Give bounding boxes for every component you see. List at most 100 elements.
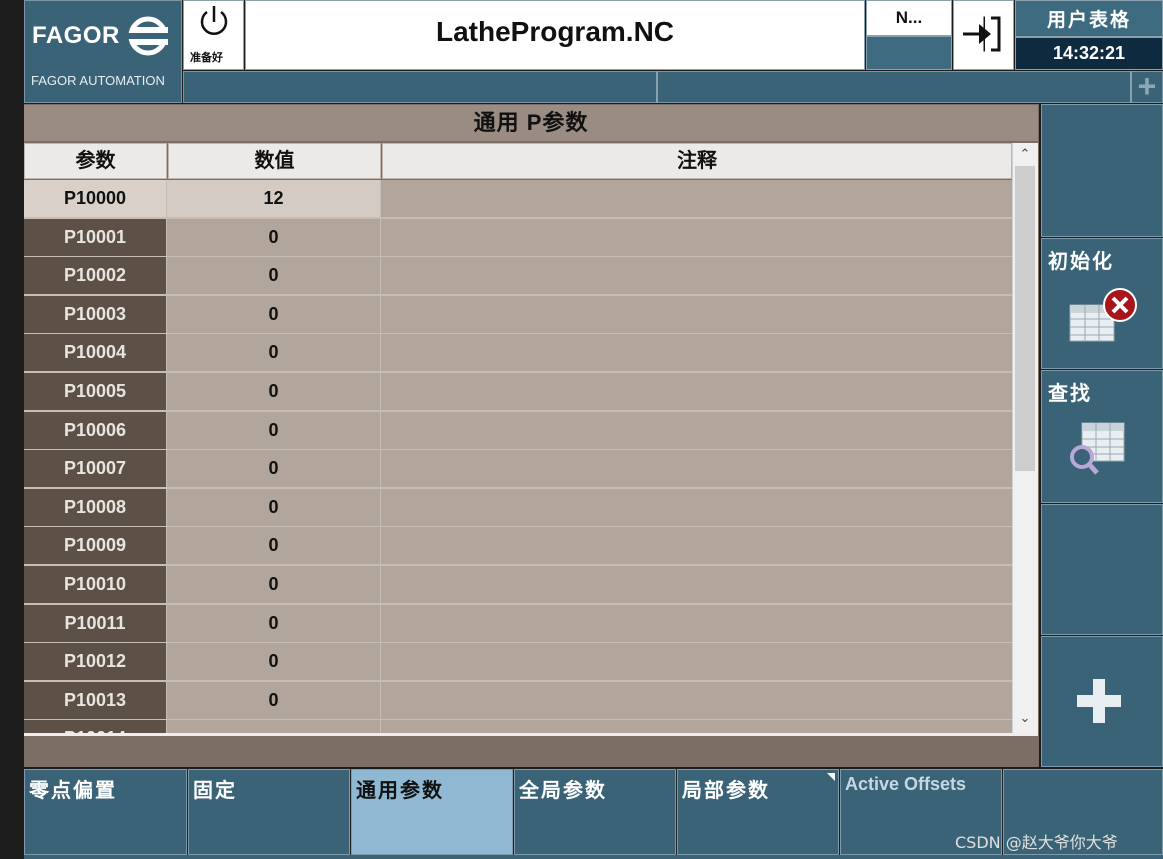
init-button[interactable]: 初始化: [1041, 238, 1163, 369]
param-cell[interactable]: P10006: [24, 411, 166, 449]
comment-cell[interactable]: [381, 527, 1012, 565]
value-cell[interactable]: 0: [167, 334, 380, 372]
table-row[interactable]: P10004 0: [24, 334, 1012, 373]
brand-subtitle: FAGOR AUTOMATION: [31, 73, 165, 88]
find-button[interactable]: 查找: [1041, 370, 1163, 503]
comment-cell[interactable]: [381, 450, 1012, 488]
comment-cell[interactable]: [381, 180, 1012, 217]
side-softkey-1[interactable]: [1041, 104, 1163, 237]
scroll-down-icon[interactable]: ⌄: [1012, 710, 1038, 728]
param-cell[interactable]: P10009: [24, 527, 166, 565]
tab-label: 局部参数: [682, 780, 770, 802]
comment-cell[interactable]: [381, 566, 1012, 603]
block-number-lower: [866, 36, 952, 70]
param-cell[interactable]: P10002: [24, 257, 166, 295]
table-row[interactable]: P10003 0: [24, 295, 1012, 335]
tab-label: 通用参数: [356, 780, 444, 802]
param-cell[interactable]: P10012: [24, 643, 166, 681]
fagor-logo-icon: [128, 16, 172, 56]
tab-global-params[interactable]: 全局参数: [514, 769, 676, 855]
param-cell[interactable]: P10004: [24, 334, 166, 372]
param-cell[interactable]: P10001: [24, 218, 166, 256]
comment-cell[interactable]: [381, 643, 1012, 681]
value-cell[interactable]: 0: [167, 218, 380, 256]
table-row[interactable]: P10001 0: [24, 218, 1012, 258]
param-cell[interactable]: P10000: [24, 180, 166, 217]
tab-label: 全局参数: [519, 780, 607, 802]
plus-icon[interactable]: +: [1131, 70, 1163, 102]
exit-icon: [963, 16, 1001, 52]
comment-cell[interactable]: [381, 411, 1012, 449]
comment-cell[interactable]: [381, 373, 1012, 410]
table-row[interactable]: P10007 0: [24, 450, 1012, 489]
value-cell[interactable]: 0: [167, 450, 380, 488]
table-bottom-border: [24, 733, 1038, 736]
table-row[interactable]: P10000 12: [24, 180, 1012, 219]
value-cell[interactable]: [167, 720, 380, 733]
param-cell[interactable]: P10011: [24, 604, 166, 642]
table-search-icon: [1070, 422, 1125, 475]
column-divider: [380, 180, 381, 733]
tab-local-params[interactable]: 局部参数: [677, 769, 839, 855]
param-cell[interactable]: P10003: [24, 295, 166, 333]
dropdown-corner-icon: [827, 773, 835, 781]
table-row[interactable]: P10010 0: [24, 566, 1012, 605]
status-bar: [183, 71, 1163, 103]
tab-fixed[interactable]: 固定: [188, 769, 350, 855]
value-cell[interactable]: 0: [167, 604, 380, 642]
column-header-comment[interactable]: 注释: [382, 143, 1012, 179]
column-header-value[interactable]: 数值: [168, 143, 381, 179]
table-row[interactable]: P10012 0: [24, 643, 1012, 682]
param-cell[interactable]: P10008: [24, 488, 166, 526]
value-cell[interactable]: 0: [167, 566, 380, 603]
column-header-param[interactable]: 参数: [24, 143, 167, 179]
add-button[interactable]: [1041, 636, 1163, 767]
scrollbar-thumb[interactable]: [1015, 166, 1035, 471]
value-cell[interactable]: 0: [167, 488, 380, 526]
scroll-up-icon[interactable]: ⌃: [1012, 146, 1038, 164]
value-cell[interactable]: 0: [167, 681, 380, 719]
value-cell[interactable]: 0: [167, 527, 380, 565]
param-cell[interactable]: P10013: [24, 681, 166, 719]
tab-zero-offset[interactable]: 零点偏置: [24, 769, 187, 855]
comment-cell[interactable]: [381, 334, 1012, 372]
table-row[interactable]: P10005 0: [24, 373, 1012, 412]
comment-cell[interactable]: [381, 720, 1012, 733]
side-softkey-4[interactable]: [1041, 504, 1163, 635]
user-table-title: 用户表格: [1046, 10, 1131, 31]
value-cell[interactable]: 0: [167, 257, 380, 295]
value-cell[interactable]: 0: [167, 643, 380, 681]
table-row[interactable]: P10014: [24, 720, 1012, 733]
comment-cell[interactable]: [381, 257, 1012, 295]
table-row[interactable]: P10006 0: [24, 411, 1012, 451]
table-row[interactable]: P10002 0: [24, 257, 1012, 296]
value-cell[interactable]: 0: [167, 411, 380, 449]
comment-cell[interactable]: [381, 218, 1012, 256]
table-row[interactable]: P10011 0: [24, 604, 1012, 644]
param-cell[interactable]: P10007: [24, 450, 166, 488]
table-row[interactable]: P10008 0: [24, 488, 1012, 528]
comment-cell[interactable]: [381, 488, 1012, 526]
table-clear-icon: [1069, 288, 1137, 342]
tab-label: 零点偏置: [29, 780, 117, 802]
ready-status: 准备好: [190, 52, 223, 64]
table-row[interactable]: P10009 0: [24, 527, 1012, 566]
bottom-strip: [24, 855, 1163, 859]
value-cell[interactable]: 12: [167, 180, 380, 217]
param-cell[interactable]: P10005: [24, 373, 166, 410]
param-cell[interactable]: P10010: [24, 566, 166, 603]
parameter-table-body: P10000 12 P10001 0 P10002 0 P10003 0 P10004 0 P100…: [24, 180, 1012, 733]
table-row[interactable]: P10013 0: [24, 681, 1012, 721]
tab-label: Active Offsets: [845, 774, 967, 794]
comment-cell[interactable]: [381, 295, 1012, 333]
comment-cell[interactable]: [381, 681, 1012, 719]
find-label: 查找: [1048, 383, 1092, 405]
brand-name: FAGOR: [32, 22, 120, 49]
value-cell[interactable]: 0: [167, 373, 380, 410]
comment-cell[interactable]: [381, 604, 1012, 642]
param-cell[interactable]: P10014: [24, 720, 166, 733]
tab-label: 固定: [193, 780, 237, 802]
value-cell[interactable]: 0: [167, 295, 380, 333]
tab-common-params[interactable]: 通用参数: [351, 769, 513, 855]
power-icon: [200, 6, 228, 35]
